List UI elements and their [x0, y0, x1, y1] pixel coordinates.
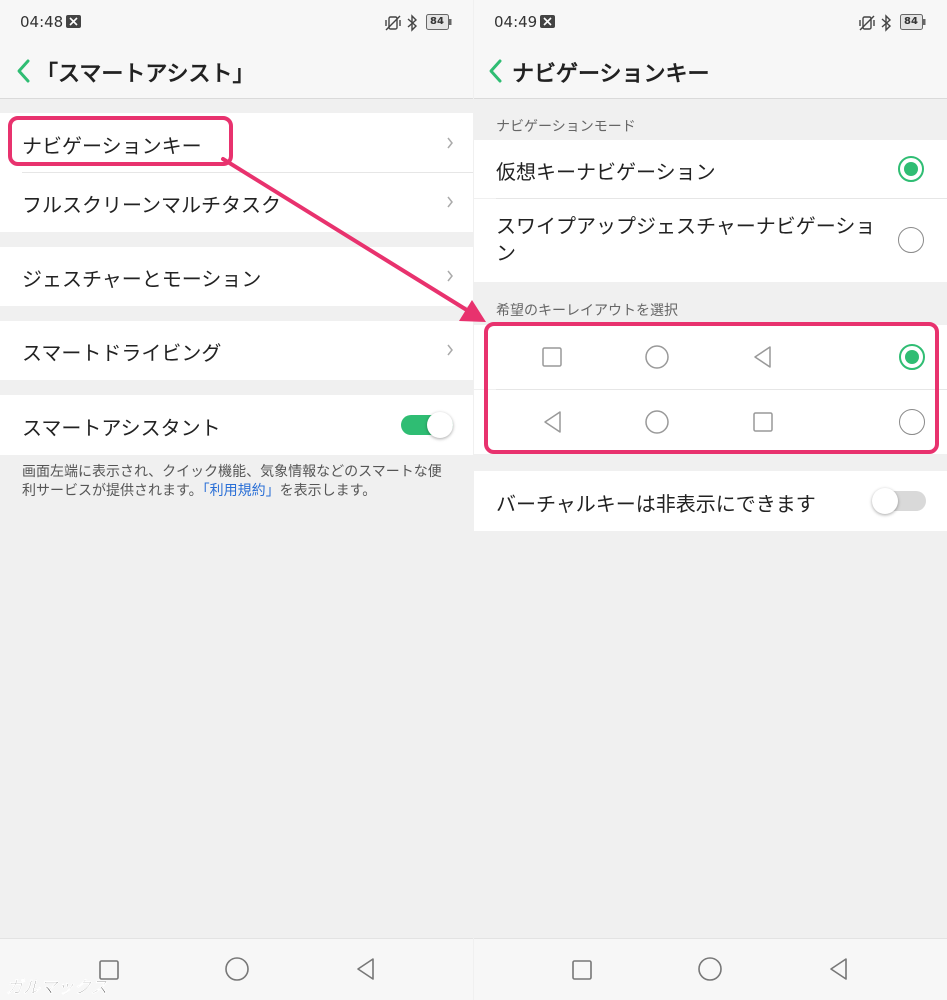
notification-icon: [540, 15, 555, 28]
chevron-right-icon: [447, 137, 453, 149]
chevron-right-icon: [447, 270, 453, 282]
terms-link[interactable]: 「利用規約」: [203, 483, 280, 499]
back-arrow-icon[interactable]: [14, 58, 34, 84]
menu-item-label: ジェスチャーとモーション: [22, 267, 262, 291]
back-triangle-icon[interactable]: [352, 955, 380, 983]
chevron-right-icon: [447, 196, 453, 208]
menu-item-gestures-motion[interactable]: ジェスチャーとモーション: [0, 247, 473, 306]
setting-label: バーチャルキーは非表示にできます: [496, 492, 816, 516]
battery-indicator: 84: [900, 14, 926, 31]
app-header: 「スマートアシスト」: [0, 46, 473, 99]
annotation-highlight-box: [484, 322, 939, 454]
smart-assistant-toggle[interactable]: [401, 412, 453, 438]
notification-icon: [66, 15, 81, 28]
annotation-highlight-box: [8, 116, 233, 166]
right-screen: 04:49 84 ナビゲーションキー ナビゲーションモード 仮想キーナビゲーショ…: [474, 0, 947, 1000]
app-header: ナビゲーションキー: [474, 46, 947, 99]
left-screen: 04:48 84 「スマートアシスト」 ナビゲーションキー フルスクリーンマルチ…: [0, 0, 473, 1000]
section-header-key-layout: 希望のキーレイアウトを選択: [496, 303, 678, 319]
home-circle-icon[interactable]: [696, 955, 724, 983]
assistant-description: 画面左端に表示され、クイック機能、気象情報などのスマートな便利サービスが提供され…: [22, 463, 453, 501]
status-bar: 04:49 84: [474, 0, 947, 46]
description-text-end: を表示します。: [279, 483, 377, 499]
radio-button-selected[interactable]: [898, 156, 924, 182]
option-label: 仮想キーナビゲーション: [496, 160, 716, 184]
radio-dot: [904, 162, 918, 176]
system-nav-bar: [474, 938, 947, 1000]
setting-label: スマートアシスタント: [22, 416, 221, 440]
battery-level: 84: [430, 16, 444, 27]
option-label: スワイプアップジェスチャーナビゲーション: [496, 214, 876, 265]
status-bar: 04:48 84: [0, 0, 473, 46]
bluetooth-icon: [881, 14, 892, 32]
toggle-knob: [427, 412, 453, 438]
chevron-right-icon: [447, 344, 453, 356]
menu-item-smart-driving[interactable]: スマートドライビング: [0, 321, 473, 380]
home-circle-icon[interactable]: [223, 955, 251, 983]
toggle-knob: [872, 488, 898, 514]
bluetooth-icon: [407, 14, 418, 32]
battery-level: 84: [904, 16, 918, 27]
section-header-nav-mode: ナビゲーションモード: [496, 119, 636, 135]
back-arrow-icon[interactable]: [486, 58, 506, 84]
menu-item-label: フルスクリーンマルチタスク: [22, 193, 281, 217]
watermark: ガルマックス: [6, 978, 108, 999]
status-time: 04:49: [494, 13, 538, 31]
setting-hide-virtual-keys: バーチャルキーは非表示にできます: [474, 471, 947, 531]
back-triangle-icon[interactable]: [825, 955, 853, 983]
page-title: 「スマートアシスト」: [36, 62, 255, 87]
menu-item-label: スマートドライビング: [22, 341, 222, 365]
setting-smart-assistant: スマートアシスタント: [0, 395, 473, 455]
vibrate-icon: [859, 15, 875, 31]
radio-option-virtual-keys[interactable]: 仮想キーナビゲーション: [474, 140, 947, 198]
menu-item-fullscreen-multitask[interactable]: フルスクリーンマルチタスク: [0, 173, 473, 232]
battery-indicator: 84: [426, 14, 452, 31]
vibrate-icon: [385, 15, 401, 31]
page-title: ナビゲーションキー: [512, 62, 710, 87]
recents-square-icon[interactable]: [568, 956, 596, 984]
radio-button[interactable]: [898, 227, 924, 253]
hide-virtual-keys-toggle[interactable]: [872, 488, 926, 514]
status-time: 04:48: [20, 13, 64, 31]
radio-option-swipe-gesture[interactable]: スワイプアップジェスチャーナビゲーション: [474, 199, 947, 282]
